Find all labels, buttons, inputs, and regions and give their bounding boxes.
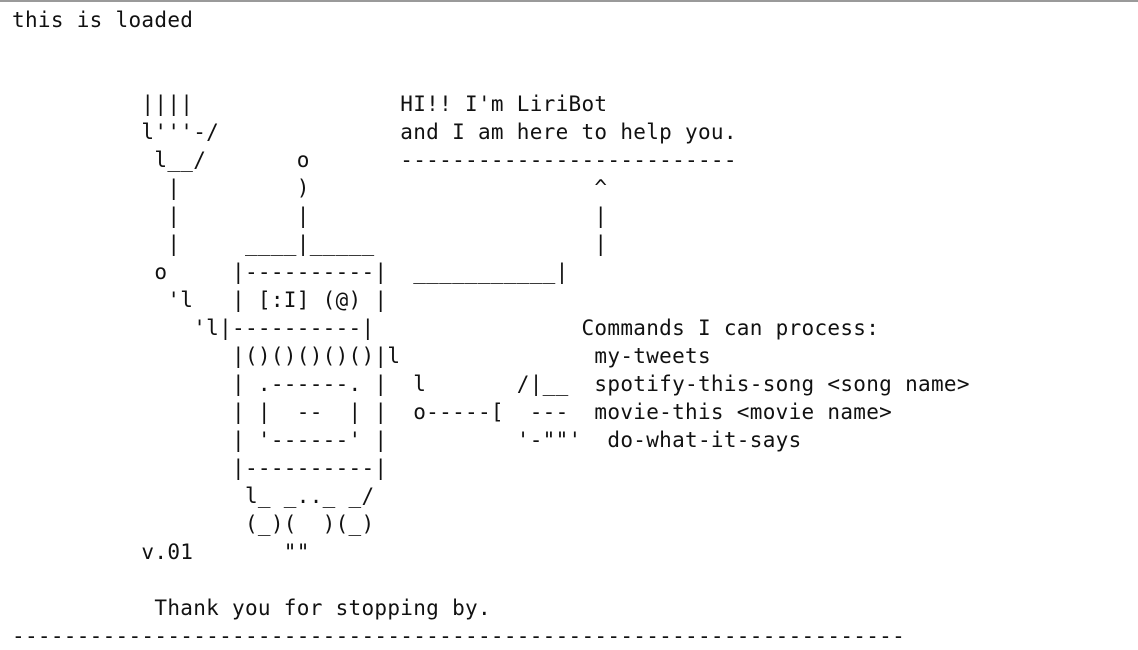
terminal-line: | .------. | l /|__ spotify-this-song <s… — [12, 372, 970, 396]
terminal-line: l_ _.._ _/ — [12, 484, 375, 508]
terminal-line: v.01 "" — [12, 540, 310, 564]
terminal-line: | ____|_____ | — [12, 232, 608, 256]
terminal-line: |()()()()()|l my-tweets — [12, 344, 711, 368]
terminal-line: l__/ o -------------------------- — [12, 148, 737, 172]
window-top-border — [0, 0, 1138, 2]
terminal-line: | | -- | | o-----[ --- movie-this <movie… — [12, 400, 893, 424]
terminal-line: ----------------------------------------… — [12, 624, 906, 648]
terminal-line: | '------' | '-""' do-what-it-says — [12, 428, 802, 452]
terminal-line: l'''-/ and I am here to help you. — [12, 120, 737, 144]
terminal-line: (_)( )(_) — [12, 512, 375, 536]
terminal-line: | | | — [12, 204, 608, 228]
terminal-output: this is loaded |||| HI!! I'm LiriBot l''… — [12, 6, 970, 650]
terminal-line: |----------| — [12, 456, 388, 480]
terminal-line: Thank you for stopping by. — [12, 596, 491, 620]
terminal-line: |||| HI!! I'm LiriBot — [12, 92, 608, 116]
terminal-line: this is loaded — [12, 8, 194, 32]
terminal-line: 'l|----------| Commands I can process: — [12, 316, 880, 340]
terminal-line: | ) ^ — [12, 176, 608, 200]
terminal-line: 'l | [:I] (@) | — [12, 288, 388, 312]
terminal-line: o |----------| ___________| — [12, 260, 569, 284]
